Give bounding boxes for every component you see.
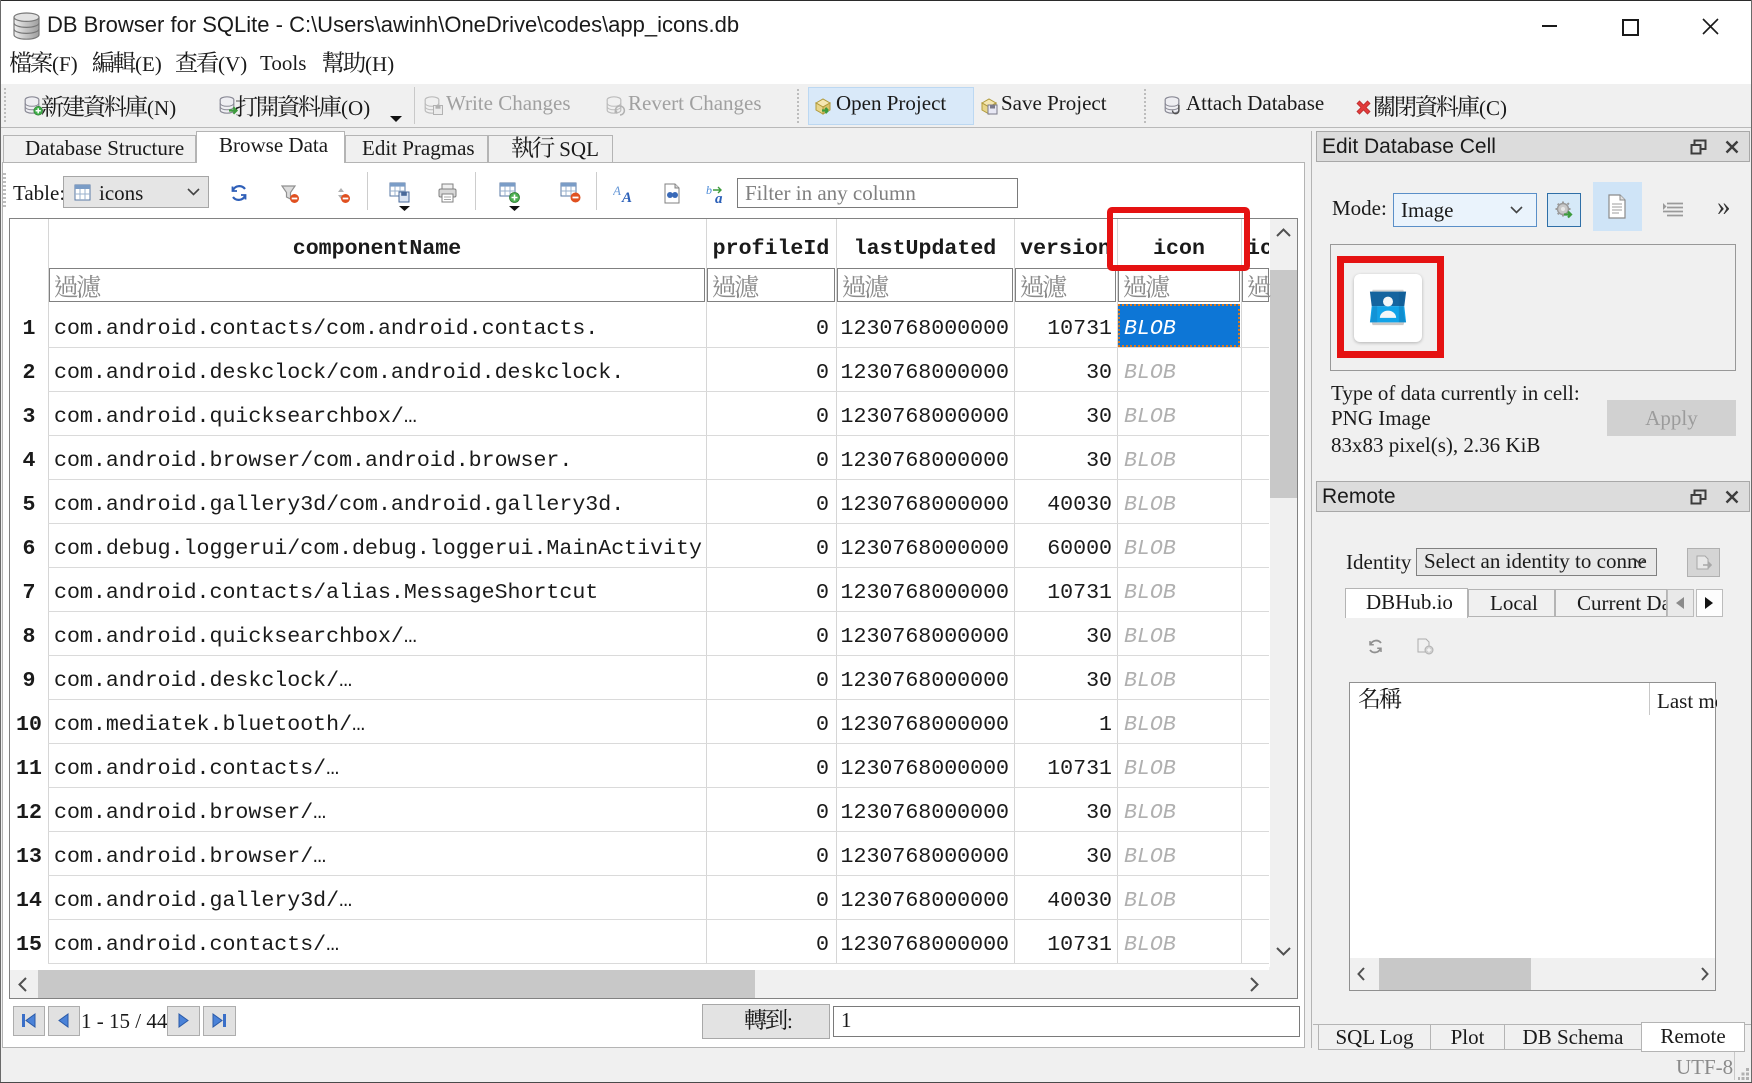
svg-text:A: A bbox=[613, 183, 621, 198]
svg-text:A: A bbox=[621, 190, 632, 204]
svg-text:a: a bbox=[715, 191, 723, 204]
svg-text:b: b bbox=[706, 184, 712, 197]
